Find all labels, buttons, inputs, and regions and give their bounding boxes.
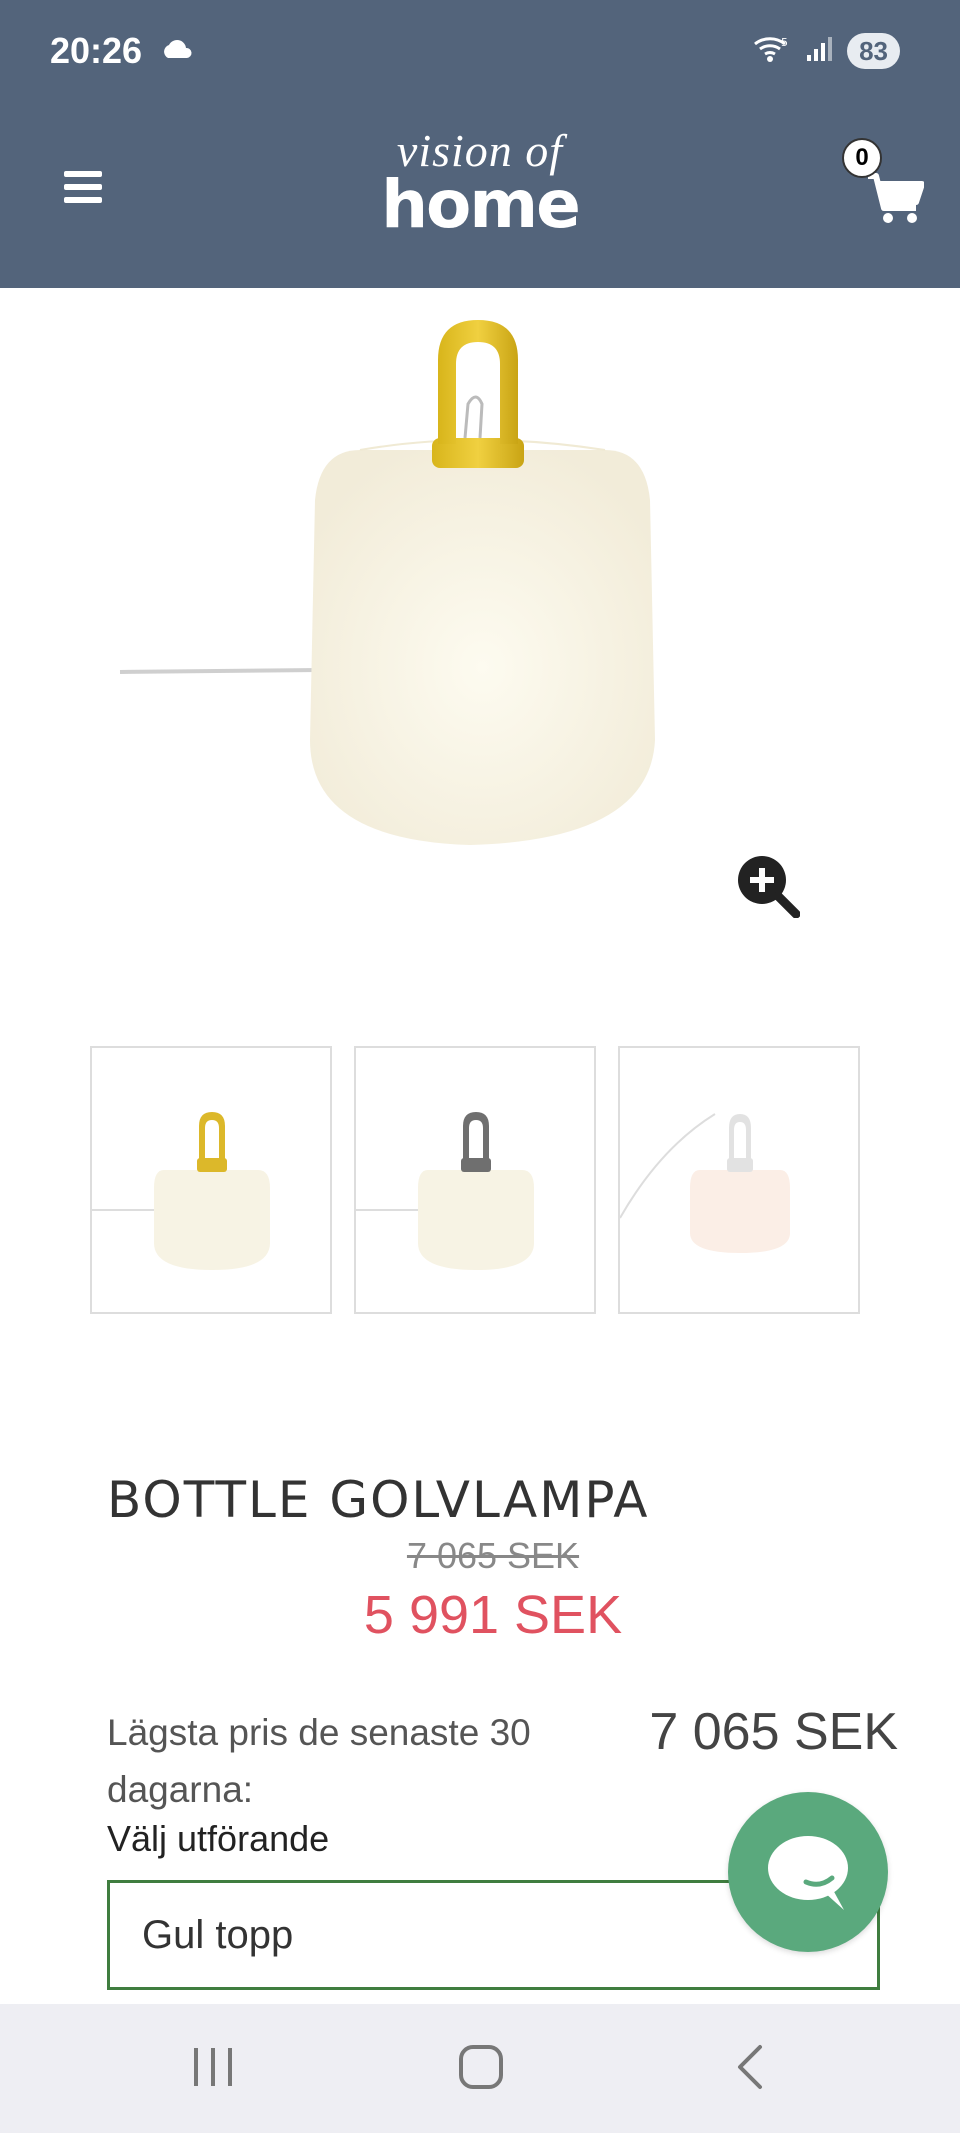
lowest-price-label: Lägsta pris de senaste 30 dagarna: [107, 1712, 531, 1810]
variant-label: Välj utförande [107, 1818, 330, 1859]
site-logo[interactable]: vision of home [372, 128, 588, 243]
product-title: BOTTLE GOLVLAMPA [107, 1470, 650, 1529]
lowest-price-value: 7 065 SEK [649, 1703, 898, 1761]
cart-button[interactable]: 0 [840, 138, 924, 228]
wifi-icon: 5 [753, 34, 791, 69]
variant-selected-value: Gul topp [142, 1913, 294, 1957]
signal-icon [805, 35, 833, 68]
back-icon[interactable] [730, 2042, 770, 2097]
status-icons: 5 83 [753, 33, 900, 69]
sale-price: 5 991 SEK [363, 1585, 623, 1645]
zoom-in-icon[interactable] [734, 852, 801, 919]
recent-apps-icon[interactable] [190, 2042, 236, 2097]
thumbnail-gallery [90, 1046, 860, 1314]
hamburger-menu-icon[interactable] [64, 171, 104, 207]
chat-icon [768, 1836, 848, 1910]
original-price: 7 065 SEK [406, 1535, 580, 1576]
thumbnail-white-top[interactable] [618, 1046, 860, 1314]
thumbnail-yellow-top[interactable] [90, 1046, 332, 1314]
system-navigation-bar [0, 2004, 960, 2133]
svg-text:5: 5 [781, 36, 788, 49]
thumbnail-grey-top[interactable] [354, 1046, 596, 1314]
chat-button[interactable] [728, 1792, 888, 1952]
main-product-image[interactable] [110, 320, 850, 940]
status-bar: 20:26 5 83 [0, 0, 960, 108]
logo-line-2: home [381, 166, 581, 243]
status-time: 20:26 [50, 30, 143, 71]
cart-count-badge: 0 [842, 138, 882, 178]
cloud-icon [160, 38, 194, 65]
home-icon[interactable] [456, 2042, 506, 2097]
battery-indicator: 83 [847, 33, 900, 69]
site-header: vision of home 0 [0, 108, 960, 288]
